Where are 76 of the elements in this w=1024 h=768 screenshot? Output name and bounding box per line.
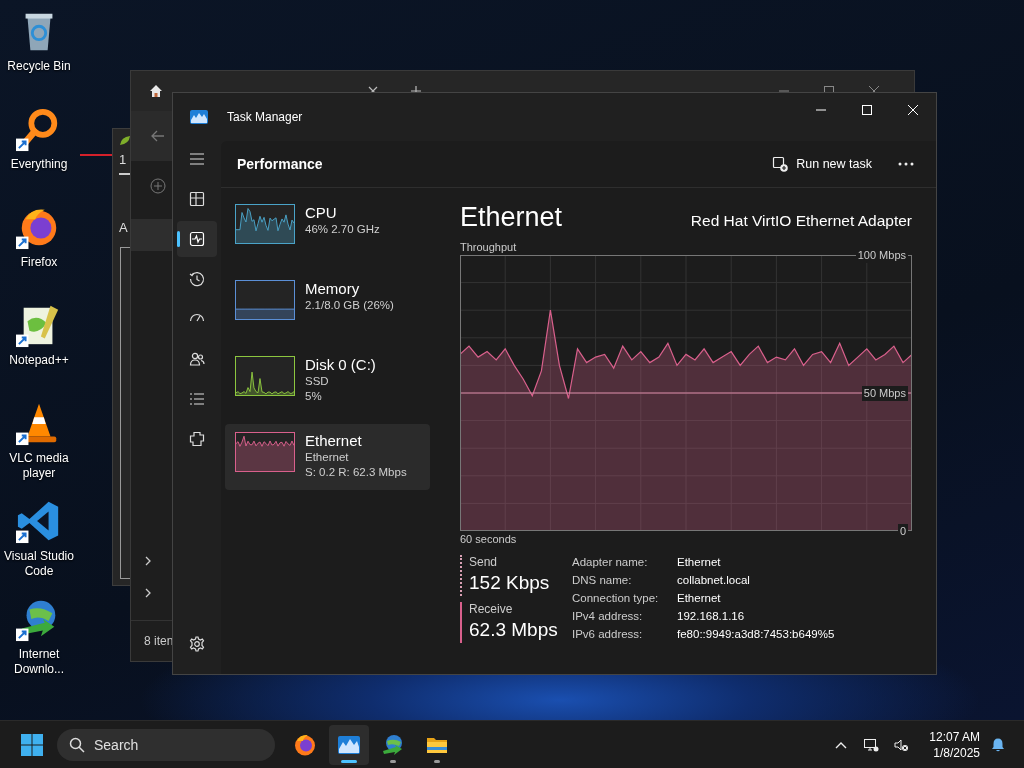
device-detail: 46% 2.70 GHz bbox=[305, 222, 380, 237]
maximize-icon bbox=[862, 105, 872, 115]
device-item[interactable]: Disk 0 (C:) SSD 5% bbox=[225, 348, 430, 414]
property-value: fe80::9949:a3d8:7453:b649%5 bbox=[677, 627, 835, 642]
settings-icon bbox=[189, 636, 205, 652]
menu-icon bbox=[189, 151, 205, 167]
home-icon[interactable] bbox=[148, 83, 164, 99]
desktop-shortcut[interactable]: Notepad++ bbox=[0, 302, 78, 400]
details-icon bbox=[189, 391, 205, 407]
property-label: Connection type: bbox=[572, 591, 660, 606]
device-detail: 2.1/8.0 GB (26%) bbox=[305, 298, 394, 313]
axis-label: 60 seconds bbox=[460, 532, 517, 547]
chart-title: Throughput bbox=[460, 240, 517, 255]
add-icon[interactable] bbox=[150, 178, 166, 194]
idm-icon bbox=[381, 732, 405, 757]
rate-value: 62.3 Mbps bbox=[469, 618, 559, 642]
desktop-shortcut[interactable]: Everything bbox=[0, 106, 78, 204]
processes-icon bbox=[189, 191, 205, 207]
rate-label: Send bbox=[469, 555, 499, 570]
property-value: Ethernet bbox=[677, 591, 722, 606]
device-detail: Ethernet bbox=[305, 450, 350, 465]
performance-icon bbox=[189, 231, 205, 247]
property-label: DNS name: bbox=[572, 573, 633, 588]
close-icon bbox=[908, 105, 918, 115]
window-title: Task Manager bbox=[227, 110, 303, 124]
device-detail: S: 0.2 R: 62.3 Mbps bbox=[305, 465, 407, 480]
history-icon bbox=[189, 271, 205, 287]
back-arrow-icon[interactable] bbox=[150, 128, 166, 144]
property-value: collabnet.local bbox=[677, 573, 751, 588]
desktop-shortcut[interactable]: VLC media player bbox=[0, 400, 78, 498]
network-icon[interactable] bbox=[863, 736, 880, 753]
device-item[interactable]: CPU 46% 2.70 GHz bbox=[225, 196, 430, 262]
device-item[interactable]: Ethernet Ethernet S: 0.2 R: 62.3 Mbps bbox=[225, 424, 430, 490]
property-value: Ethernet bbox=[677, 555, 722, 570]
leaf-icon bbox=[119, 135, 131, 147]
property-label: IPv4 address: bbox=[572, 609, 644, 624]
more-icon bbox=[898, 162, 914, 166]
time-text: 12:07 AM bbox=[929, 728, 980, 745]
users-icon bbox=[189, 351, 205, 367]
section-title: Performance bbox=[237, 156, 323, 172]
rate-label: Receive bbox=[469, 602, 514, 617]
property-label: IPv6 address: bbox=[572, 627, 644, 642]
clock[interactable]: 12:07 AM 1/8/2025 bbox=[929, 728, 980, 761]
device-name: CPU bbox=[305, 204, 338, 222]
desktop-shortcut[interactable]: Firefox bbox=[0, 204, 78, 302]
task-manager-icon bbox=[190, 110, 208, 124]
device-name: Ethernet bbox=[305, 432, 363, 450]
adapter-model: Red Hat VirtIO Ethernet Adapter bbox=[690, 212, 912, 230]
cut-off-text: 1 bbox=[119, 153, 128, 167]
date-text: 1/8/2025 bbox=[933, 744, 980, 761]
start-icon[interactable] bbox=[20, 732, 44, 757]
search-field[interactable]: Search bbox=[57, 728, 275, 761]
accent-line bbox=[80, 154, 114, 156]
chevron-icon[interactable] bbox=[143, 556, 153, 566]
run-new-task-button[interactable]: Run new task bbox=[768, 152, 876, 176]
desktop-shortcut[interactable]: Recycle Bin bbox=[0, 8, 78, 106]
cut-off-text: A bbox=[119, 221, 129, 235]
device-name: Memory bbox=[305, 280, 361, 298]
taskbar-app[interactable] bbox=[329, 724, 369, 765]
nav-tab[interactable] bbox=[177, 221, 217, 257]
rate-value: 152 Kbps bbox=[469, 571, 551, 595]
search-icon bbox=[69, 736, 85, 753]
device-title: Ethernet bbox=[460, 202, 563, 233]
notification-bell-icon[interactable] bbox=[990, 736, 1006, 753]
new-task-icon bbox=[772, 156, 789, 172]
desktop-shortcut[interactable]: Internet Downlo... bbox=[0, 596, 78, 694]
device-detail: SSD bbox=[305, 374, 330, 389]
device-item[interactable]: Memory 2.1/8.0 GB (26%) bbox=[225, 272, 430, 338]
chevron-icon[interactable] bbox=[143, 588, 153, 598]
firefox-icon bbox=[293, 732, 317, 757]
property-label: Adapter name: bbox=[572, 555, 649, 570]
services-icon bbox=[189, 431, 205, 447]
device-name: Disk 0 (C:) bbox=[305, 356, 376, 374]
device-detail: 5% bbox=[305, 389, 323, 404]
property-value: 192.168.1.16 bbox=[677, 609, 746, 624]
desktop-shortcut[interactable]: Visual Studio Code bbox=[0, 498, 78, 596]
